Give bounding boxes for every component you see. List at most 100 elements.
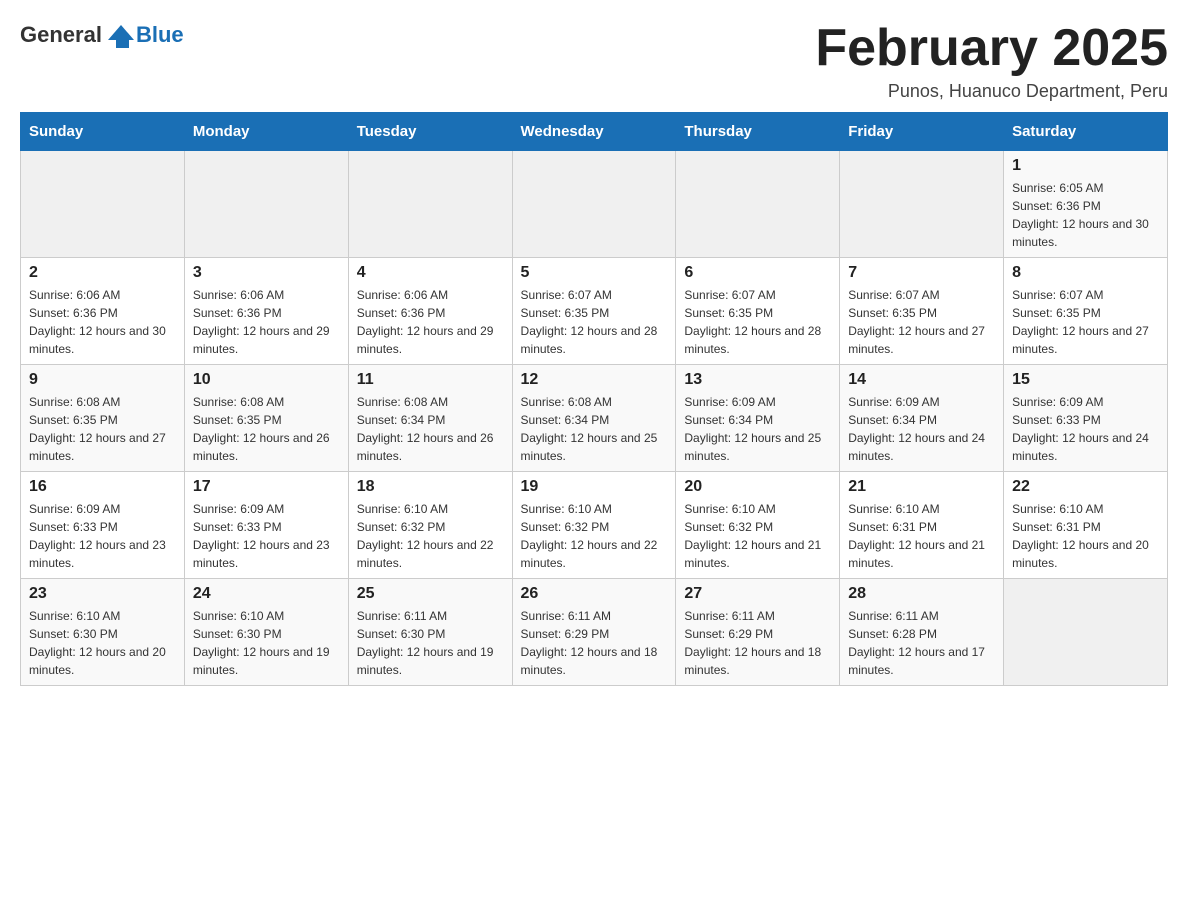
day-number: 28	[848, 585, 995, 603]
calendar-cell	[512, 151, 676, 258]
location-subtitle: Punos, Huanuco Department, Peru	[815, 81, 1168, 102]
calendar-cell: 28 Sunrise: 6:11 AMSunset: 6:28 PMDayligh…	[840, 579, 1004, 686]
day-number: 24	[193, 585, 340, 603]
calendar-week-1: 1 Sunrise: 6:05 AMSunset: 6:36 PMDaylight…	[21, 151, 1168, 258]
calendar-cell	[21, 151, 185, 258]
day-info: Sunrise: 6:11 AMSunset: 6:30 PMDaylight:…	[357, 607, 504, 679]
day-number: 6	[684, 264, 831, 282]
day-info: Sunrise: 6:07 AMSunset: 6:35 PMDaylight:…	[684, 286, 831, 358]
month-title: February 2025	[815, 20, 1168, 77]
day-info: Sunrise: 6:08 AMSunset: 6:35 PMDaylight:…	[193, 393, 340, 465]
day-info: Sunrise: 6:07 AMSunset: 6:35 PMDaylight:…	[521, 286, 668, 358]
day-info: Sunrise: 6:10 AMSunset: 6:30 PMDaylight:…	[29, 607, 176, 679]
day-info: Sunrise: 6:11 AMSunset: 6:28 PMDaylight:…	[848, 607, 995, 679]
calendar-cell: 8 Sunrise: 6:07 AMSunset: 6:35 PMDaylight…	[1004, 258, 1168, 365]
day-info: Sunrise: 6:10 AMSunset: 6:32 PMDaylight:…	[357, 500, 504, 572]
calendar-cell: 22Sunrise: 6:10 AMSunset: 6:31 PMDayligh…	[1004, 472, 1168, 579]
calendar-cell: 10 Sunrise: 6:08 AMSunset: 6:35 PMDayligh…	[184, 365, 348, 472]
day-number: 25	[357, 585, 504, 603]
day-info: Sunrise: 6:10 AMSunset: 6:32 PMDaylight:…	[684, 500, 831, 572]
day-number: 2	[29, 264, 176, 282]
day-info: Sunrise: 6:10 AMSunset: 6:31 PMDaylight:…	[848, 500, 995, 572]
day-number: 15	[1012, 371, 1159, 389]
calendar-cell: 23 Sunrise: 6:10 AMSunset: 6:30 PMDayligh…	[21, 579, 185, 686]
calendar-cell: 21 Sunrise: 6:10 AMSunset: 6:31 PMDayligh…	[840, 472, 1004, 579]
day-info: Sunrise: 6:09 AMSunset: 6:33 PMDaylight:…	[29, 500, 176, 572]
day-info: Sunrise: 6:06 AMSunset: 6:36 PMDaylight:…	[193, 286, 340, 358]
calendar-cell: 5 Sunrise: 6:07 AMSunset: 6:35 PMDaylight…	[512, 258, 676, 365]
day-number: 3	[193, 264, 340, 282]
calendar-cell: 26Sunrise: 6:11 AMSunset: 6:29 PMDayligh…	[512, 579, 676, 686]
calendar-cell: 4 Sunrise: 6:06 AMSunset: 6:36 PMDaylight…	[348, 258, 512, 365]
calendar-cell: 13 Sunrise: 6:09 AMSunset: 6:34 PMDayligh…	[676, 365, 840, 472]
day-info: Sunrise: 6:08 AMSunset: 6:35 PMDaylight:…	[29, 393, 176, 465]
weekday-header-saturday: Saturday	[1004, 113, 1168, 151]
day-info: Sunrise: 6:09 AMSunset: 6:34 PMDaylight:…	[684, 393, 831, 465]
calendar-cell: 9Sunrise: 6:08 AMSunset: 6:35 PMDaylight…	[21, 365, 185, 472]
calendar-cell	[184, 151, 348, 258]
calendar-cell: 6 Sunrise: 6:07 AMSunset: 6:35 PMDaylight…	[676, 258, 840, 365]
calendar-cell: 20 Sunrise: 6:10 AMSunset: 6:32 PMDayligh…	[676, 472, 840, 579]
calendar-week-4: 16 Sunrise: 6:09 AMSunset: 6:33 PMDayligh…	[21, 472, 1168, 579]
calendar-cell	[348, 151, 512, 258]
page-header: General Blue February 2025 Punos, Huanuc…	[20, 20, 1168, 102]
weekday-header-monday: Monday	[184, 113, 348, 151]
calendar-cell: 27Sunrise: 6:11 AMSunset: 6:29 PMDayligh…	[676, 579, 840, 686]
calendar-table: SundayMondayTuesdayWednesdayThursdayFrid…	[20, 112, 1168, 686]
day-info: Sunrise: 6:09 AMSunset: 6:34 PMDaylight:…	[848, 393, 995, 465]
weekday-header-wednesday: Wednesday	[512, 113, 676, 151]
logo-blue-text: Blue	[136, 22, 184, 48]
day-number: 12	[521, 371, 668, 389]
day-info: Sunrise: 6:06 AMSunset: 6:36 PMDaylight:…	[357, 286, 504, 358]
calendar-cell: 14 Sunrise: 6:09 AMSunset: 6:34 PMDayligh…	[840, 365, 1004, 472]
calendar-cell: 15 Sunrise: 6:09 AMSunset: 6:33 PMDayligh…	[1004, 365, 1168, 472]
day-number: 20	[684, 478, 831, 496]
day-number: 23	[29, 585, 176, 603]
calendar-cell: 1 Sunrise: 6:05 AMSunset: 6:36 PMDaylight…	[1004, 151, 1168, 258]
day-number: 11	[357, 371, 504, 389]
day-info: Sunrise: 6:09 AMSunset: 6:33 PMDaylight:…	[1012, 393, 1159, 465]
day-number: 8	[1012, 264, 1159, 282]
weekday-header-tuesday: Tuesday	[348, 113, 512, 151]
day-number: 4	[357, 264, 504, 282]
day-number: 1	[1012, 157, 1159, 175]
day-number: 14	[848, 371, 995, 389]
day-number: 19	[521, 478, 668, 496]
day-info: Sunrise: 6:10 AMSunset: 6:32 PMDaylight:…	[521, 500, 668, 572]
calendar-cell: 16 Sunrise: 6:09 AMSunset: 6:33 PMDayligh…	[21, 472, 185, 579]
calendar-cell: 12 Sunrise: 6:08 AMSunset: 6:34 PMDayligh…	[512, 365, 676, 472]
day-info: Sunrise: 6:07 AMSunset: 6:35 PMDaylight:…	[848, 286, 995, 358]
calendar-week-3: 9Sunrise: 6:08 AMSunset: 6:35 PMDaylight…	[21, 365, 1168, 472]
day-number: 10	[193, 371, 340, 389]
calendar-body: 1 Sunrise: 6:05 AMSunset: 6:36 PMDaylight…	[21, 151, 1168, 686]
calendar-week-5: 23 Sunrise: 6:10 AMSunset: 6:30 PMDayligh…	[21, 579, 1168, 686]
day-number: 5	[521, 264, 668, 282]
day-info: Sunrise: 6:09 AMSunset: 6:33 PMDaylight:…	[193, 500, 340, 572]
day-number: 22	[1012, 478, 1159, 496]
day-info: Sunrise: 6:07 AMSunset: 6:35 PMDaylight:…	[1012, 286, 1159, 358]
calendar-cell: 2Sunrise: 6:06 AMSunset: 6:36 PMDaylight…	[21, 258, 185, 365]
day-number: 21	[848, 478, 995, 496]
calendar-cell	[1004, 579, 1168, 686]
calendar-cell	[676, 151, 840, 258]
day-info: Sunrise: 6:08 AMSunset: 6:34 PMDaylight:…	[357, 393, 504, 465]
calendar-cell	[840, 151, 1004, 258]
calendar-week-2: 2 Sunrise: 6:06 AMSunset: 6:36 PMDaylight…	[21, 258, 1168, 365]
calendar-cell: 3 Sunrise: 6:06 AMSunset: 6:36 PMDaylight…	[184, 258, 348, 365]
day-number: 13	[684, 371, 831, 389]
calendar-cell: 25 Sunrise: 6:11 AMSunset: 6:30 PMDayligh…	[348, 579, 512, 686]
day-info: Sunrise: 6:05 AMSunset: 6:36 PMDaylight:…	[1012, 179, 1159, 251]
weekday-header-thursday: Thursday	[676, 113, 840, 151]
calendar-cell: 7 Sunrise: 6:07 AMSunset: 6:35 PMDaylight…	[840, 258, 1004, 365]
calendar-cell: 24 Sunrise: 6:10 AMSunset: 6:30 PMDayligh…	[184, 579, 348, 686]
calendar-cell: 17Sunrise: 6:09 AMSunset: 6:33 PMDayligh…	[184, 472, 348, 579]
logo-icon	[106, 20, 136, 50]
day-number: 27	[684, 585, 831, 603]
day-number: 16	[29, 478, 176, 496]
day-number: 7	[848, 264, 995, 282]
day-info: Sunrise: 6:08 AMSunset: 6:34 PMDaylight:…	[521, 393, 668, 465]
day-info: Sunrise: 6:11 AMSunset: 6:29 PMDaylight:…	[521, 607, 668, 679]
calendar-cell: 11 Sunrise: 6:08 AMSunset: 6:34 PMDayligh…	[348, 365, 512, 472]
weekday-header-row: SundayMondayTuesdayWednesdayThursdayFrid…	[21, 113, 1168, 151]
day-info: Sunrise: 6:10 AMSunset: 6:30 PMDaylight:…	[193, 607, 340, 679]
